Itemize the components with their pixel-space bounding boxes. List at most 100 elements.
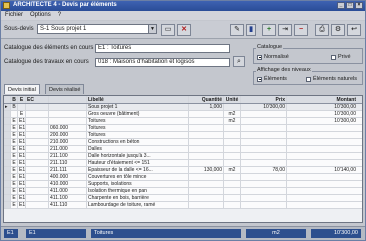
cell-e[interactable]: E1 xyxy=(18,146,26,152)
cell-quantite[interactable] xyxy=(189,146,224,152)
cell-b[interactable]: E xyxy=(11,195,18,201)
cell-prix[interactable] xyxy=(241,195,287,201)
cell-montant[interactable] xyxy=(287,146,357,152)
cell-unite[interactable] xyxy=(224,153,241,159)
add-row-button[interactable]: + xyxy=(262,24,276,36)
cell-montant[interactable]: 10'140,00 xyxy=(287,167,357,173)
maximize-icon[interactable]: □ xyxy=(346,2,354,9)
cell-prix[interactable]: 78,00 xyxy=(241,167,287,173)
cell-prix[interactable] xyxy=(241,160,287,166)
cell-code[interactable]: 211.000 xyxy=(49,146,87,152)
cell-montant[interactable]: 10'300,00 xyxy=(287,118,357,124)
cell-prix[interactable] xyxy=(241,139,287,145)
cell-quantite[interactable] xyxy=(189,118,224,124)
cell-code[interactable]: 400.000 xyxy=(49,174,87,180)
cell-b[interactable]: E xyxy=(11,181,18,187)
catalog-lookup-button[interactable]: ⌕ xyxy=(233,56,245,67)
table-row[interactable]: E E1 060.000 Toitures xyxy=(4,125,362,132)
cell-quantite[interactable]: 130,000 xyxy=(189,167,224,173)
cell-b[interactable]: E xyxy=(11,146,18,152)
minimize-icon[interactable]: _ xyxy=(337,2,345,9)
cell-code[interactable] xyxy=(49,111,87,117)
header-unite[interactable]: Unité xyxy=(224,96,241,103)
cell-libelle[interactable]: Toitures xyxy=(87,132,189,138)
cell-ec[interactable] xyxy=(26,195,49,201)
cell-montant[interactable] xyxy=(287,132,357,138)
cell-prix[interactable] xyxy=(241,146,287,152)
cell-e[interactable]: E xyxy=(18,111,26,117)
table-row[interactable]: E E1 211.111 Épaisseur de la dalle <= 16...… xyxy=(4,167,362,174)
cell-e[interactable]: E1 xyxy=(18,118,26,124)
cell-quantite[interactable] xyxy=(189,132,224,138)
cell-code[interactable]: 411.110 xyxy=(49,202,87,208)
delete-button[interactable]: ✕ xyxy=(177,24,191,36)
table-row[interactable]: E E1 211.110 Hauteur d'étaiement <= 151 xyxy=(4,160,362,167)
cell-libelle[interactable]: Hauteur d'étaiement <= 151 xyxy=(87,160,189,166)
header-ec[interactable]: EC xyxy=(26,96,49,103)
header-code[interactable] xyxy=(49,96,87,103)
normalise-option[interactable]: Normalisé xyxy=(257,54,289,60)
table-row[interactable]: E E1 400.000 Couvertures en tôle mince xyxy=(4,174,362,181)
cell-e[interactable]: E1 xyxy=(18,160,26,166)
cell-unite[interactable] xyxy=(224,160,241,166)
table-row[interactable]: E E1 411.110 Lambourdage de toiture, ramé xyxy=(4,202,362,209)
cell-quantite[interactable] xyxy=(189,181,224,187)
cell-unite[interactable] xyxy=(224,202,241,208)
header-libelle[interactable]: Libellé xyxy=(87,96,189,103)
cell-code[interactable]: 411.000 xyxy=(49,188,87,194)
naturels-option[interactable]: Éléments naturels xyxy=(306,76,357,82)
cell-unite[interactable] xyxy=(224,125,241,131)
cell-quantite[interactable] xyxy=(189,174,224,180)
cell-b[interactable] xyxy=(11,111,18,117)
exit-button[interactable]: ↩ xyxy=(347,24,361,36)
cell-e[interactable] xyxy=(18,104,26,110)
cell-b[interactable]: E xyxy=(11,188,18,194)
cell-montant[interactable] xyxy=(287,188,357,194)
cell-libelle[interactable]: Couvertures en tôle mince xyxy=(87,174,189,180)
cell-quantite[interactable] xyxy=(189,202,224,208)
cell-ec[interactable] xyxy=(26,104,49,110)
cell-libelle[interactable]: Isolation thermique en pan xyxy=(87,188,189,194)
cell-code[interactable]: 211.111 xyxy=(49,167,87,173)
cell-e[interactable]: E1 xyxy=(18,167,26,173)
table-row[interactable]: E E1 411.100 Charpente en bois, barrière xyxy=(4,195,362,202)
table-row[interactable]: E Gros oeuvre (bâtiment) m2 10'300,00 xyxy=(4,111,362,118)
cell-prix[interactable] xyxy=(241,111,287,117)
cell-unite[interactable] xyxy=(224,139,241,145)
cell-montant[interactable]: 10'300,00 xyxy=(287,104,357,110)
cell-ec[interactable] xyxy=(26,167,49,173)
cell-montant[interactable] xyxy=(287,202,357,208)
cell-ec[interactable] xyxy=(26,132,49,138)
cell-montant[interactable] xyxy=(287,174,357,180)
cell-libelle[interactable]: Toitures xyxy=(87,125,189,131)
cell-libelle[interactable]: Toitures xyxy=(87,118,189,124)
cell-e[interactable]: E1 xyxy=(18,188,26,194)
tab-devis-realise[interactable]: Devis réalisé xyxy=(45,84,85,94)
cell-prix[interactable] xyxy=(241,132,287,138)
cell-quantite[interactable] xyxy=(189,153,224,159)
elements-catalog-field[interactable]: E1 : Toitures xyxy=(95,44,230,53)
cell-quantite[interactable]: 1,000 xyxy=(189,104,224,110)
cell-b[interactable]: E xyxy=(11,125,18,131)
cell-libelle[interactable]: Constructions en béton xyxy=(87,139,189,145)
cell-code[interactable] xyxy=(49,104,87,110)
cell-code[interactable]: 211.100 xyxy=(49,153,87,159)
cell-libelle[interactable]: Sous projet 1 xyxy=(87,104,189,110)
cell-ec[interactable] xyxy=(26,202,49,208)
cell-unite[interactable] xyxy=(224,174,241,180)
cell-montant[interactable] xyxy=(287,139,357,145)
subdevis-select[interactable]: S-1 Sous projet 1 ▼ xyxy=(37,24,157,34)
table-row[interactable]: E E1 211.100 Dalle horizontale jusqu'à 3... xyxy=(4,153,362,160)
cell-prix[interactable] xyxy=(241,174,287,180)
print-button[interactable]: ⎙ xyxy=(315,24,329,36)
cell-prix[interactable] xyxy=(241,188,287,194)
remove-row-button[interactable]: − xyxy=(294,24,308,36)
cell-unite[interactable]: m2 xyxy=(224,167,241,173)
cell-e[interactable]: E1 xyxy=(18,139,26,145)
cell-libelle[interactable]: Supports, isolations xyxy=(87,181,189,187)
cell-unite[interactable] xyxy=(224,181,241,187)
normalise-checkbox[interactable] xyxy=(257,54,262,60)
cell-quantite[interactable] xyxy=(189,188,224,194)
cell-ec[interactable] xyxy=(26,188,49,194)
tab-devis-initial[interactable]: Devis initial xyxy=(4,84,40,94)
